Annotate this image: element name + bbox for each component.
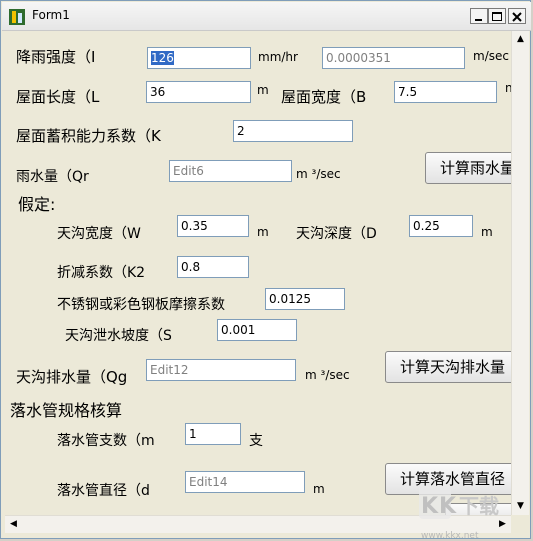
vertical-scrollbar[interactable]: ▲ ▼ <box>511 31 529 515</box>
downpipe-diameter-unit: m <box>313 482 325 496</box>
gutter-drainage-label: 天沟排水量（Qg <box>16 368 128 386</box>
close-button[interactable] <box>508 8 526 24</box>
calculate-rain-volume-button[interactable]: 计算雨水量 <box>425 152 511 184</box>
downpipe-section-heading: 落水管规格核算 <box>10 401 123 420</box>
friction-coefficient-input[interactable]: 0.0125 <box>265 288 345 310</box>
minimize-button[interactable] <box>470 8 488 24</box>
scroll-up-icon[interactable]: ▲ <box>512 31 529 48</box>
gutter-width-label: 天沟宽度（W <box>57 226 141 242</box>
gutter-depth-unit: m <box>481 225 493 239</box>
downpipe-count-unit: 支 <box>249 433 263 449</box>
gutter-slope-input[interactable]: 0.001 <box>217 319 297 341</box>
rainfall-intensity-input[interactable]: 126 <box>147 47 251 69</box>
svg-text:下载: 下载 <box>459 494 499 518</box>
downpipe-diameter-label: 落水管直径（d <box>57 483 150 499</box>
assumptions-heading: 假定: <box>18 195 56 214</box>
friction-coefficient-label: 不锈钢或彩色钢板摩擦系数 <box>57 297 225 313</box>
rain-volume-unit: m ³/sec <box>296 167 341 181</box>
scroll-left-icon[interactable]: ◀ <box>5 516 22 533</box>
roof-length-label: 屋面长度（L <box>16 88 100 106</box>
downpipe-diameter-output[interactable]: Edit14 <box>185 471 305 493</box>
close-icon <box>512 12 522 22</box>
roof-storage-coefficient-label: 屋面蓄积能力系数（K <box>16 127 161 145</box>
gutter-width-unit: m <box>257 225 269 239</box>
rainfall-converted-field[interactable]: 0.0000351 <box>322 47 465 69</box>
rainfall-result-unit: m/sec <box>473 49 509 63</box>
reduction-coefficient-input[interactable]: 0.8 <box>177 256 249 278</box>
svg-text:K: K <box>421 494 439 519</box>
downpipe-count-input[interactable]: 1 <box>185 423 241 445</box>
reduction-coefficient-label: 折减系数（K2 <box>57 265 146 281</box>
roof-length-input[interactable]: 36 <box>146 81 251 103</box>
maximize-icon <box>492 12 502 21</box>
title-bar[interactable]: Form1 <box>2 2 531 31</box>
main-window: Form1 降雨强度（I 126 mm/hr 0.0000351 m/sec 屋… <box>0 0 531 541</box>
gutter-slope-label: 天沟泄水坡度（S <box>65 328 172 344</box>
minimize-icon <box>475 19 482 21</box>
roof-width-label: 屋面宽度（B <box>281 88 367 106</box>
watermark-logo: K K 下载 <box>419 487 499 519</box>
rainfall-intensity-label: 降雨强度（I <box>16 48 96 66</box>
window-title: Form1 <box>32 8 70 22</box>
roof-length-unit: m <box>257 83 269 97</box>
rain-volume-output[interactable]: Edit6 <box>169 160 292 182</box>
form-client-area: 降雨强度（I 126 mm/hr 0.0000351 m/sec 屋面长度（L … <box>5 31 511 515</box>
roof-storage-coefficient-input[interactable]: 2 <box>233 120 353 142</box>
watermark-url: www.kkx.net <box>421 531 479 541</box>
svg-text:K: K <box>439 494 457 519</box>
roof-width-input[interactable]: 7.5 <box>394 81 497 103</box>
rainfall-unit: mm/hr <box>258 50 298 64</box>
calculate-gutter-drainage-button[interactable]: 计算天沟排水量 <box>385 351 511 383</box>
gutter-drainage-output[interactable]: Edit12 <box>146 359 296 381</box>
rain-volume-label: 雨水量（Qr <box>16 169 89 185</box>
gutter-depth-input[interactable]: 0.25 <box>409 215 473 237</box>
app-icon <box>9 9 25 25</box>
gutter-drainage-unit: m ³/sec <box>305 368 350 382</box>
maximize-button[interactable] <box>488 8 506 24</box>
gutter-width-input[interactable]: 0.35 <box>177 215 249 237</box>
downpipe-count-label: 落水管支数（m <box>57 433 155 449</box>
gutter-depth-label: 天沟深度（D <box>296 226 377 242</box>
